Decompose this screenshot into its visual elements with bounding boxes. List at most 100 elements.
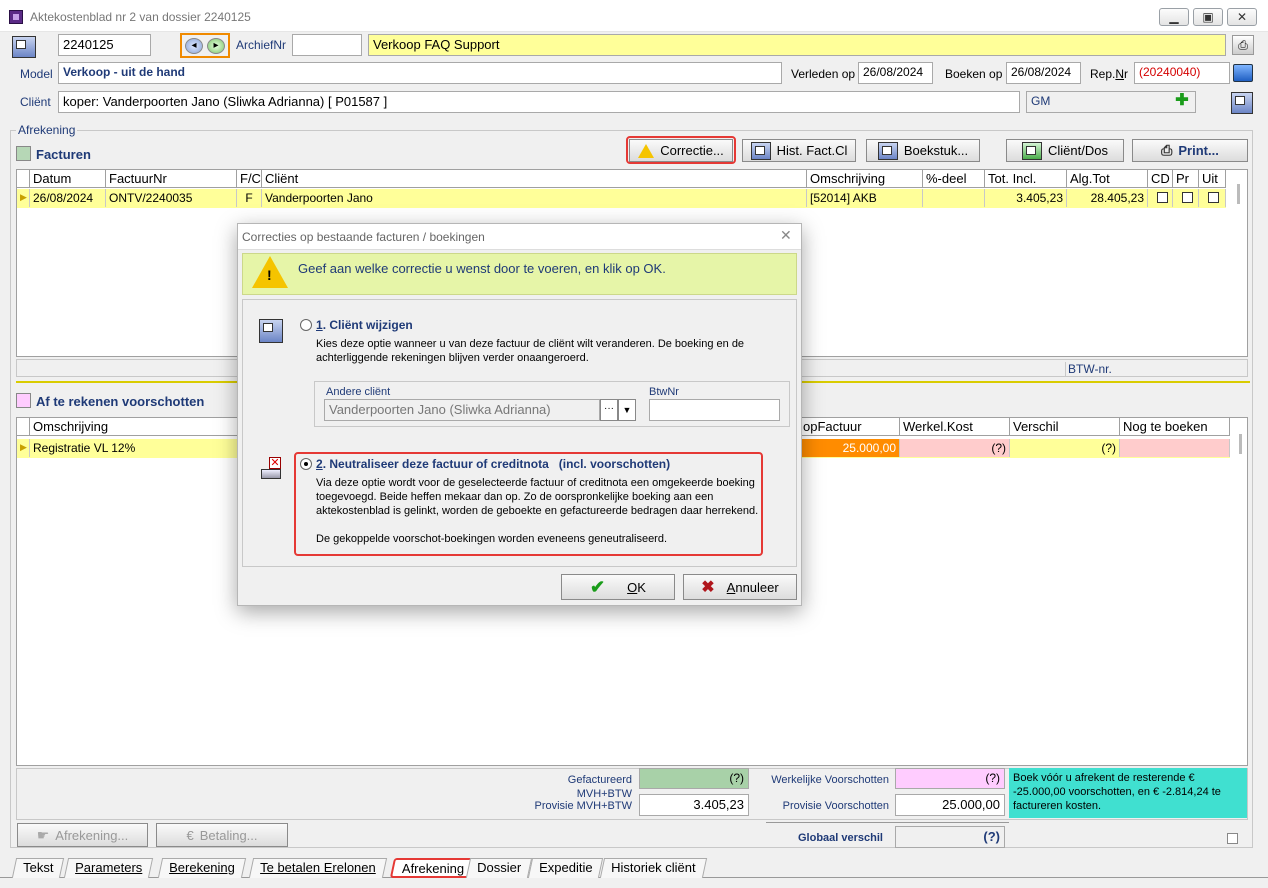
maximize-button[interactable]: ▣ (1193, 8, 1223, 26)
column-header-tot-incl[interactable]: Tot. Incl. (985, 170, 1067, 188)
tab-parameters[interactable]: Parameters (63, 858, 154, 878)
calculator-icon[interactable] (12, 36, 36, 58)
app-icon (9, 10, 23, 24)
subject-field[interactable]: Verkoop FAQ Support (368, 34, 1226, 56)
table-row[interactable]: ▶ 26/08/2024 ONTV/2240035 F Vanderpoorte… (17, 189, 1226, 208)
next-circle-icon[interactable]: ▸ (207, 38, 225, 54)
column-header-werkel-kost[interactable]: Werkel.Kost (900, 418, 1010, 436)
instruction-banner: ! Geef aan welke correctie u wenst door … (242, 253, 797, 295)
andere-client-label: Andere cliënt (326, 386, 391, 398)
cell-opfactuur: 25.000,00 (800, 439, 900, 457)
annuleer-button[interactable]: ✖ Annuleer (683, 574, 797, 600)
history-icon (750, 141, 771, 160)
uit-checkbox[interactable] (1208, 192, 1219, 203)
cd-checkbox[interactable] (1157, 192, 1168, 203)
dossier-number-field[interactable]: 2240125 (58, 34, 151, 56)
hist-fact-button-label: Hist. Fact.Cl (776, 143, 848, 158)
print-button[interactable]: ⎙ Print... (1132, 139, 1248, 162)
option1-radio[interactable] (300, 319, 312, 331)
tab-berekening[interactable]: Berekening (157, 858, 246, 878)
vertical-scrollbar[interactable] (1239, 434, 1242, 454)
tab-afrekening[interactable]: Afrekening (389, 858, 477, 878)
globaal-verschil-label: Globaal verschil (798, 832, 883, 844)
option-checkbox[interactable] (1227, 833, 1238, 844)
column-header-deel[interactable]: %-deel (923, 170, 985, 188)
printer-icon-small: ⎙ (1161, 142, 1173, 158)
pr-checkbox[interactable] (1182, 192, 1193, 203)
cell-factuurnr: ONTV/2240035 (106, 189, 237, 207)
option1-title[interactable]: 1. Cliënt wijzigen (316, 318, 413, 332)
tab-historiek-client[interactable]: Historiek cliënt (599, 858, 707, 878)
btwnr-field[interactable] (649, 399, 780, 421)
ok-button-label: OK (627, 579, 646, 595)
facturen-section-title: Facturen (36, 147, 91, 162)
column-header-verschil[interactable]: Verschil (1010, 418, 1120, 436)
betaling-button[interactable]: € Betaling... (156, 823, 288, 847)
column-header-client[interactable]: Cliënt (262, 170, 807, 188)
totals-divider (766, 822, 1009, 823)
warning-icon (638, 143, 655, 158)
uit-checkbox-cell (1199, 189, 1226, 207)
ellipsis-button[interactable]: ··· (600, 399, 618, 421)
afrekening-button-label: Afrekening... (55, 827, 129, 843)
betaling-button-label: Betaling... (199, 827, 258, 843)
boeken-date-field[interactable]: 26/08/2024 (1006, 62, 1081, 84)
rep-number-field[interactable]: (20240040) (1134, 62, 1230, 84)
boekstuk-button[interactable]: Boekstuk... (866, 139, 980, 162)
options-panel: 1. Cliënt wijzigen Kies deze optie wanne… (242, 299, 797, 567)
tab-te-betalen-erelonen[interactable]: Te betalen Erelonen (248, 858, 387, 878)
cell-client: Vanderpoorten Jano (262, 189, 807, 207)
tab-expeditie[interactable]: Expeditie (527, 858, 604, 878)
warning-icon-mark: ! (267, 267, 272, 283)
vertical-scrollbar[interactable] (1237, 184, 1240, 204)
close-button[interactable]: ✕ (1227, 8, 1257, 26)
tab-tekst[interactable]: Tekst (11, 858, 65, 878)
dialog-close-button[interactable]: ✕ (780, 227, 792, 244)
swap-client-icon (259, 319, 283, 343)
correctie-button-label: Correctie... (660, 143, 724, 158)
person-card-icon[interactable] (1231, 92, 1254, 114)
verleden-label: Verleden op (791, 67, 856, 81)
printer-icon[interactable]: ⎙ (1232, 35, 1254, 55)
gefactureerd-label: Gefactureerd MVH+BTW (567, 774, 632, 800)
column-header-omschrijving[interactable]: Omschrijving (807, 170, 923, 188)
correctie-button[interactable]: Correctie... (629, 139, 733, 162)
column-header-uit[interactable]: Uit (1199, 170, 1226, 188)
cd-checkbox-cell (1148, 189, 1173, 207)
option2-title[interactable]: 2. Neutraliseer deze factuur of creditno… (316, 457, 670, 471)
rep-nr-label: Rep.Nr (1090, 67, 1129, 81)
column-header-factuurnr[interactable]: FactuurNr (106, 170, 237, 188)
gm-field[interactable]: GM (1026, 91, 1196, 113)
tab-bar: Tekst Parameters Berekening Te betalen E… (0, 856, 1268, 878)
andere-client-field[interactable]: Vanderpoorten Jano (Sliwka Adrianna) (324, 399, 600, 421)
column-header-opfactuur[interactable]: opFactuur (800, 418, 900, 436)
tab-dossier[interactable]: Dossier (465, 858, 533, 878)
cell-tot-incl: 3.405,23 (985, 189, 1067, 207)
column-header-cd[interactable]: CD (1148, 170, 1173, 188)
previous-circle-icon[interactable]: ◂ (185, 38, 203, 54)
ok-button[interactable]: ✔ OK (561, 574, 675, 600)
client-dos-button[interactable]: Cliënt/Dos (1006, 139, 1124, 162)
column-header-nog-te-boeken[interactable]: Nog te boeken (1120, 418, 1230, 436)
correcties-dialog: Correcties op bestaande facturen / boeki… (237, 223, 802, 606)
checkmark-icon: ✔ (590, 576, 606, 597)
client-dos-button-label: Cliënt/Dos (1048, 143, 1108, 158)
model-field[interactable]: Verkoop - uit de hand (58, 62, 782, 84)
voorschotten-swatch (16, 393, 31, 408)
book-icon[interactable] (1233, 64, 1253, 82)
provisie-field: 3.405,23 (639, 794, 749, 816)
option2-radio[interactable] (300, 458, 312, 470)
minimize-button[interactable]: ▁ (1159, 8, 1189, 26)
afrekening-button[interactable]: ☛ Afrekening... (17, 823, 148, 847)
column-header-pr[interactable]: Pr (1173, 170, 1199, 188)
column-header-datum[interactable]: Datum (30, 170, 106, 188)
cell-fc: F (237, 189, 262, 207)
client-field[interactable]: koper: Vanderpoorten Jano (Sliwka Adrian… (58, 91, 1020, 113)
hist-fact-button[interactable]: Hist. Fact.Cl (742, 139, 856, 162)
column-header-alg-tot[interactable]: Alg.Tot (1067, 170, 1148, 188)
archief-number-field[interactable] (292, 34, 362, 56)
dropdown-chevron-icon[interactable]: ▼ (618, 399, 636, 421)
add-icon[interactable]: ✚ (1173, 93, 1191, 110)
column-header-fc[interactable]: F/C (237, 170, 262, 188)
verleden-date-field[interactable]: 26/08/2024 (858, 62, 933, 84)
